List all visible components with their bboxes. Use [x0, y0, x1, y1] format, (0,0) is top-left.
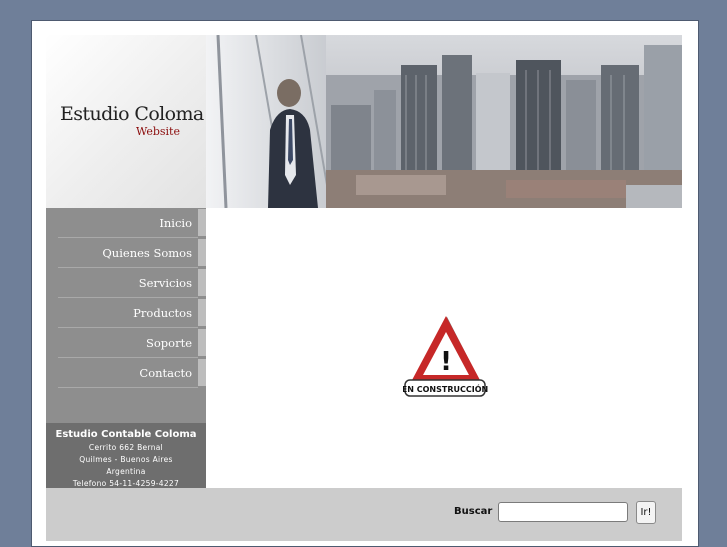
menu-item-label: Quienes Somos	[102, 246, 192, 260]
page-container: Estudio Coloma Website Inicio Quienes So…	[31, 20, 699, 547]
under-construction-sign: ! EN CONSTRUCCIÓN	[402, 312, 489, 408]
main-content: ! EN CONSTRUCCIÓN	[206, 208, 682, 488]
logo-area: Estudio Coloma Website	[46, 35, 206, 208]
menu-item-label: Contacto	[139, 366, 192, 380]
menu-item-productos[interactable]: Productos	[46, 298, 206, 328]
menu-item-contacto[interactable]: Contacto	[46, 358, 206, 388]
company-name: Estudio Contable Coloma	[55, 429, 197, 440]
menu-item-label: Productos	[133, 306, 192, 320]
menu-item-label: Servicios	[138, 276, 192, 290]
menu-tab	[198, 359, 206, 386]
contact-info-panel: Estudio Contable Coloma Cerrito 662 Bern…	[46, 423, 206, 488]
city-line: Quilmes - Buenos Aires	[79, 455, 173, 464]
menu-item-quienes-somos[interactable]: Quienes Somos	[46, 238, 206, 268]
header-banner-image	[206, 35, 682, 208]
menu-tab	[198, 269, 206, 296]
search-bar: Buscar Ir!	[46, 488, 682, 541]
site-wrapper: Estudio Coloma Website Inicio Quienes So…	[46, 35, 682, 541]
exclamation-icon: !	[440, 347, 452, 377]
search-label: Buscar	[454, 506, 493, 517]
menu-tab	[198, 329, 206, 356]
menu-tab	[198, 239, 206, 266]
menu-item-inicio[interactable]: Inicio	[46, 208, 206, 238]
menu-item-soporte[interactable]: Soporte	[46, 328, 206, 358]
search-button[interactable]: Ir!	[636, 501, 656, 524]
menu-tab	[198, 209, 206, 236]
menu-item-label: Inicio	[159, 216, 192, 230]
menu-item-servicios[interactable]: Servicios	[46, 268, 206, 298]
country-line: Argentina	[106, 467, 146, 476]
menu-separator	[58, 387, 198, 388]
menu-tab	[198, 299, 206, 326]
sidebar: Inicio Quienes Somos Servicios Productos	[46, 208, 206, 488]
nav-menu: Inicio Quienes Somos Servicios Productos	[46, 208, 206, 423]
construction-text: EN CONSTRUCCIÓN	[403, 383, 488, 394]
logo-title: Estudio Coloma	[60, 103, 204, 125]
menu-item-label: Soporte	[145, 336, 192, 350]
logo-subtitle: Website	[135, 125, 180, 138]
search-input[interactable]	[498, 502, 628, 522]
address-line: Cerrito 662 Bernal	[88, 443, 164, 452]
